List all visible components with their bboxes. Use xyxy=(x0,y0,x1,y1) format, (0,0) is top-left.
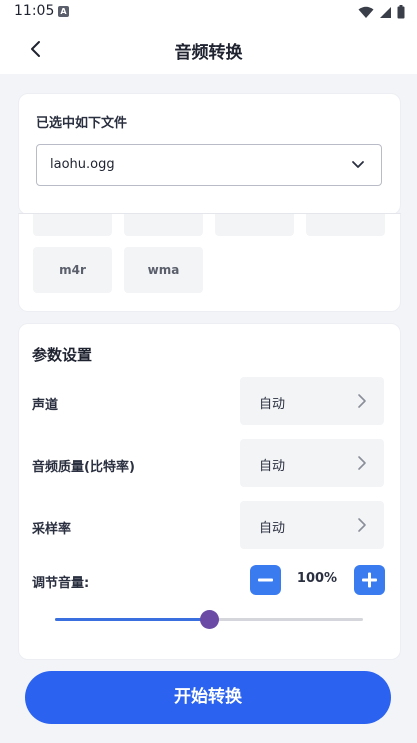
format-chip-partial[interactable] xyxy=(124,214,203,236)
slider-thumb[interactable] xyxy=(200,610,219,629)
format-grid: m4r wma xyxy=(18,213,401,312)
format-chip-m4r[interactable]: m4r xyxy=(33,247,112,293)
chevron-right-icon xyxy=(358,518,366,532)
minus-icon xyxy=(258,578,273,582)
volume-increase-button[interactable] xyxy=(354,565,385,595)
sample-rate-value: 自动 xyxy=(259,521,286,536)
page-title: 音频转换 xyxy=(174,43,243,63)
file-dropdown-value: laohu.ogg xyxy=(50,157,115,172)
sample-rate-select[interactable]: 自动 xyxy=(240,501,384,549)
format-chip-partial[interactable] xyxy=(215,214,294,236)
volume-label: 调节音量: xyxy=(32,576,90,591)
channel-select[interactable]: 自动 xyxy=(240,377,384,425)
chevron-right-icon xyxy=(358,456,366,470)
format-chip-partial[interactable] xyxy=(306,214,385,236)
status-time: 11:05 xyxy=(14,3,55,19)
format-chip-partial[interactable] xyxy=(33,214,112,236)
slider-fill xyxy=(55,618,209,621)
battery-icon xyxy=(397,5,405,19)
params-card: 参数设置 声道 自动 音频质量(比特率) 自动 采样率 自动 调节音量: 100… xyxy=(18,323,401,660)
signal-icon xyxy=(380,6,391,18)
volume-decrease-button[interactable] xyxy=(250,565,281,595)
volume-value: 100% xyxy=(296,571,338,586)
selected-files-label: 已选中如下文件 xyxy=(36,116,128,131)
status-icons xyxy=(358,5,405,19)
plus-icon xyxy=(362,572,377,588)
wifi-icon xyxy=(358,6,374,18)
start-convert-button[interactable]: 开始转换 xyxy=(25,671,391,724)
file-card: 已选中如下文件 laohu.ogg xyxy=(18,93,401,215)
format-chip-wma[interactable]: wma xyxy=(124,247,203,293)
params-title: 参数设置 xyxy=(32,346,93,364)
chevron-right-icon xyxy=(358,394,366,408)
bitrate-select[interactable]: 自动 xyxy=(240,439,384,487)
app-header: 音频转换 xyxy=(0,24,417,74)
channel-label: 声道 xyxy=(32,398,59,413)
notification-icon: A xyxy=(58,6,69,17)
volume-slider[interactable] xyxy=(55,610,363,630)
status-bar: 11:05 A xyxy=(0,0,417,24)
bitrate-value: 自动 xyxy=(259,459,286,474)
chevron-down-icon xyxy=(352,161,364,168)
channel-value: 自动 xyxy=(259,397,286,412)
sample-rate-label: 采样率 xyxy=(32,522,72,537)
bitrate-label: 音频质量(比特率) xyxy=(32,460,135,475)
file-dropdown[interactable]: laohu.ogg xyxy=(36,144,382,186)
